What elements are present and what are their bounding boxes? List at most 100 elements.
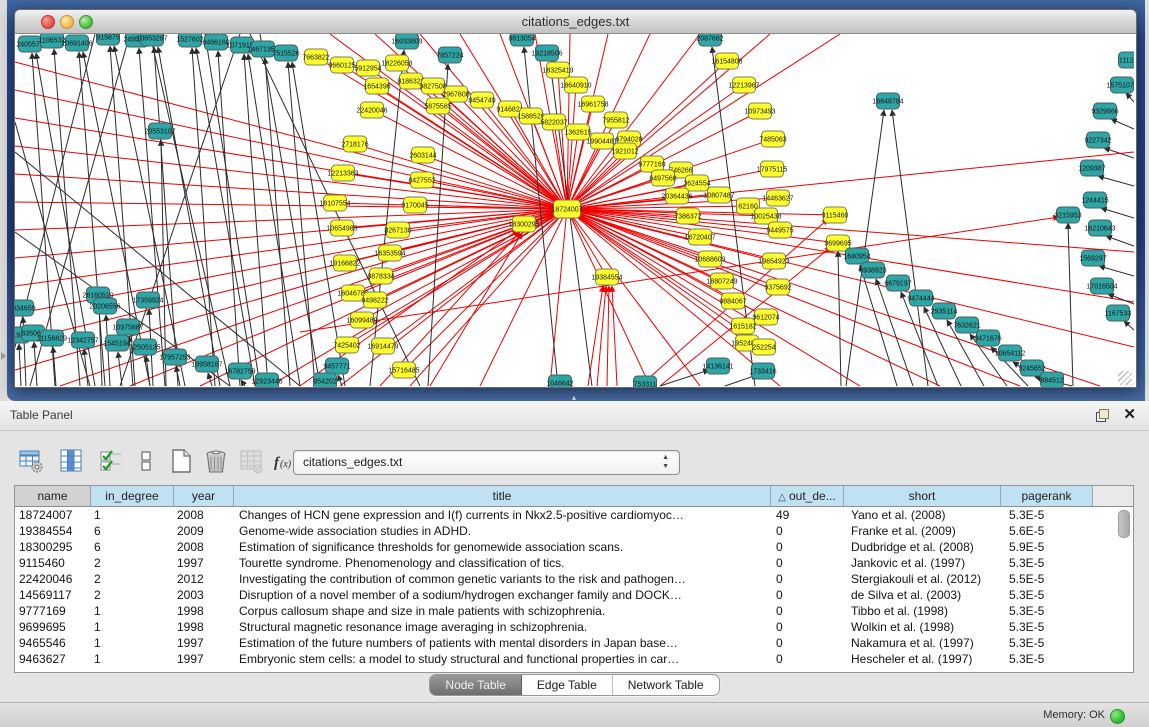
cell-out_de[interactable]: 0	[771, 587, 844, 603]
cell-pagerank[interactable]: 5.3E-5	[1001, 603, 1093, 619]
network-node[interactable]: 1167533	[1105, 305, 1132, 321]
network-node[interactable]: 7632621	[953, 317, 980, 333]
close-icon[interactable]: ✕	[1123, 406, 1136, 424]
cell-title[interactable]: Estimation of the future numbers of pati…	[234, 635, 771, 651]
cell-short[interactable]: Dudbridge et al. (2008)	[844, 539, 1001, 555]
row-height-icon[interactable]	[133, 447, 159, 475]
network-node[interactable]: 5912954	[354, 60, 381, 76]
network-node[interactable]: 20364436	[661, 188, 692, 204]
tab-edge-table[interactable]: Edge Table	[522, 675, 613, 695]
float-window-icon[interactable]	[1096, 409, 1109, 422]
network-node[interactable]: 1209387	[1078, 160, 1105, 176]
network-node[interactable]: 17016504	[1086, 278, 1117, 294]
network-node[interactable]: 12505135	[129, 339, 160, 355]
cell-out_de[interactable]: 0	[771, 523, 844, 539]
network-node[interactable]: 7515526	[272, 45, 299, 61]
network-node[interactable]: 16099489	[346, 312, 377, 328]
network-node[interactable]: 19958167	[191, 356, 222, 372]
select-all-rows-icon[interactable]	[98, 447, 124, 475]
network-window-titlebar[interactable]: citations_edges.txt	[15, 10, 1136, 34]
cell-title[interactable]: Structural magnetic resonance image aver…	[234, 619, 771, 635]
cell-name[interactable]: 22420046	[15, 571, 91, 587]
cell-pagerank[interactable]: 5.5E-5	[1001, 571, 1093, 587]
network-node[interactable]: 17359924	[132, 292, 163, 308]
table-settings-icon[interactable]	[18, 447, 44, 475]
cell-out_de[interactable]: 0	[771, 539, 844, 555]
cell-pagerank[interactable]: 5.3E-5	[1001, 507, 1093, 523]
cell-in_degree[interactable]: 1	[91, 651, 174, 667]
cell-in_degree[interactable]: 2	[91, 571, 174, 587]
splitter-grip-icon[interactable]: ▴	[568, 394, 580, 401]
network-node[interactable]: 9170045	[401, 197, 428, 213]
cell-name[interactable]: 9465546	[15, 635, 91, 651]
column-header-short[interactable]: short	[844, 486, 1001, 507]
network-node[interactable]: 1244415	[1081, 192, 1108, 208]
network-node[interactable]: 17957253	[159, 349, 190, 365]
cell-name[interactable]: 9699695	[15, 619, 91, 635]
network-node[interactable]: 16782759	[224, 363, 255, 379]
select-columns-icon[interactable]	[58, 447, 84, 475]
cell-in_degree[interactable]: 2	[91, 555, 174, 571]
network-node[interactable]: 14136141	[702, 358, 733, 374]
network-node[interactable]: 111246	[1119, 52, 1135, 68]
network-node[interactable]: 8267130	[384, 222, 411, 238]
network-node[interactable]: 2603144	[409, 147, 436, 163]
cell-name[interactable]: 9115460	[15, 555, 91, 571]
network-node[interactable]: 1527602	[176, 34, 203, 47]
network-node[interactable]: 11156829	[37, 330, 67, 346]
cell-title[interactable]: Disruption of a novel member of a sodium…	[234, 587, 771, 603]
network-node[interactable]: 954202	[313, 373, 336, 387]
network-node[interactable]: 10653287	[136, 34, 167, 46]
cell-short[interactable]: Nakamura et al. (1997)	[844, 635, 1001, 651]
network-node[interactable]: 9375692	[764, 279, 791, 295]
network-node[interactable]: 1921012	[611, 143, 638, 159]
network-node[interactable]: 19654923	[758, 253, 789, 269]
network-node[interactable]: 1615182	[729, 318, 756, 334]
cell-out_de[interactable]: 0	[771, 651, 844, 667]
network-node[interactable]: 10688609	[694, 251, 725, 267]
table-row[interactable]: 1938455462009Genome-wide association stu…	[15, 523, 1133, 539]
network-node[interactable]: 20206556	[89, 298, 120, 314]
column-header-pagerank[interactable]: pagerank	[1001, 486, 1093, 507]
network-node[interactable]: 1834659	[15, 300, 36, 316]
cell-year[interactable]: 2003	[174, 587, 234, 603]
cell-short[interactable]: Tibbo et al. (1998)	[844, 603, 1001, 619]
cell-in_degree[interactable]: 1	[91, 507, 174, 523]
cell-year[interactable]: 2009	[174, 523, 234, 539]
cell-title[interactable]: Genome-wide association studies in ADHD.	[234, 523, 771, 539]
table-row[interactable]: 1872400712008Changes of HCN gene express…	[15, 507, 1133, 523]
network-node[interactable]: 7485063	[759, 131, 786, 147]
cell-title[interactable]: Changes of HCN gene expression and I(f) …	[234, 507, 771, 523]
tab-node-table[interactable]: Node Table	[430, 675, 522, 695]
network-node[interactable]: 15716485	[388, 362, 419, 378]
network-node[interactable]: 9227342	[1084, 132, 1111, 148]
cell-year[interactable]: 2012	[174, 571, 234, 587]
network-node[interactable]: 1654396	[363, 78, 390, 94]
network-node[interactable]: 1046642	[546, 375, 573, 387]
network-node[interactable]: 8427552	[408, 172, 435, 188]
table-row[interactable]: 969969511998Structural magnetic resonanc…	[15, 619, 1133, 635]
cell-out_de[interactable]: 0	[771, 571, 844, 587]
column-header-title[interactable]: title	[234, 486, 771, 507]
network-node[interactable]: 8471676	[974, 330, 1001, 346]
network-node[interactable]: 1733416	[749, 363, 776, 379]
network-node[interactable]: 753311	[634, 376, 657, 387]
delete-icon[interactable]	[203, 447, 229, 475]
cell-title[interactable]: Investigating the contribution of common…	[234, 571, 771, 587]
cell-pagerank[interactable]: 5.3E-5	[1001, 587, 1093, 603]
cell-in_degree[interactable]: 2	[91, 587, 174, 603]
cell-in_degree[interactable]: 6	[91, 539, 174, 555]
cell-short[interactable]: Wolkin et al. (1998)	[844, 619, 1001, 635]
cell-name[interactable]: 9777169	[15, 603, 91, 619]
network-node[interactable]: 1545194	[103, 335, 130, 351]
cell-in_degree[interactable]: 6	[91, 523, 174, 539]
new-document-icon[interactable]	[168, 447, 194, 475]
table-scrollbar-thumb[interactable]	[1118, 510, 1130, 538]
network-node[interactable]: 20691406	[61, 35, 92, 51]
table-row[interactable]: 911546021997Tourette syndrome. Phenomeno…	[15, 555, 1133, 571]
network-node[interactable]: 252254	[752, 339, 775, 355]
network-node[interactable]: 8813054	[508, 34, 535, 46]
network-node[interactable]: 7955812	[602, 112, 629, 128]
network-node[interactable]: 8938923	[859, 262, 886, 278]
network-node[interactable]: 14463627	[762, 190, 793, 206]
